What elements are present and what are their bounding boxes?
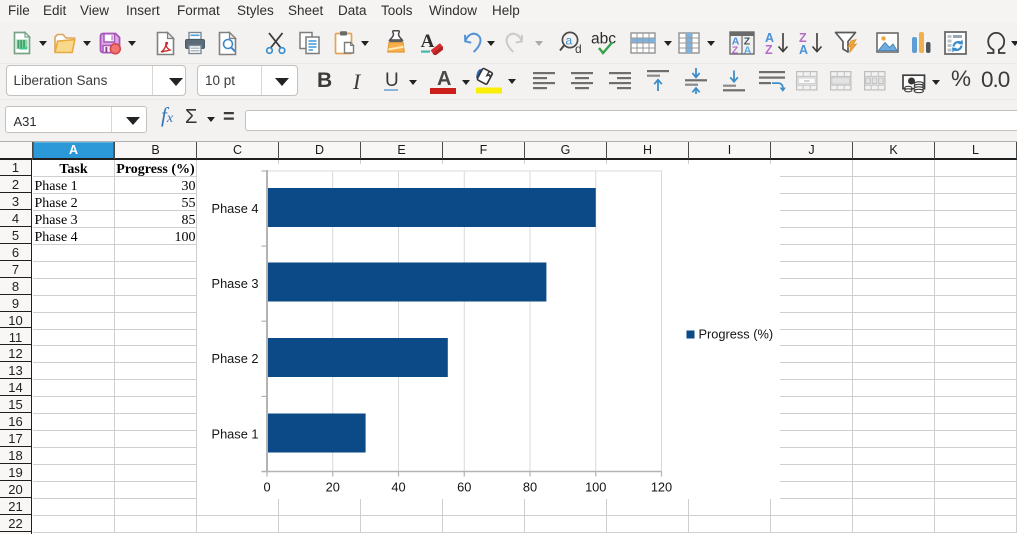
svg-text:Z: Z — [765, 43, 773, 55]
svg-text:abc: abc — [591, 31, 616, 48]
svg-text:a: a — [566, 34, 573, 48]
svg-text:0: 0 — [263, 480, 270, 495]
svg-text:40: 40 — [391, 480, 405, 495]
svg-text:120: 120 — [651, 480, 672, 495]
svg-text:Phase 2: Phase 2 — [212, 351, 259, 366]
svg-text:Z: Z — [732, 44, 739, 55]
svg-text:A: A — [744, 44, 752, 55]
svg-text:100: 100 — [585, 480, 606, 495]
svg-text:Phase 1: Phase 1 — [212, 426, 259, 441]
svg-text:20: 20 — [326, 480, 340, 495]
svg-text:80: 80 — [523, 480, 537, 495]
svg-text:Progress (%): Progress (%) — [699, 327, 774, 342]
svg-text:A: A — [799, 43, 808, 55]
svg-text:Phase 4: Phase 4 — [212, 201, 259, 216]
svg-text:A: A — [421, 31, 435, 52]
svg-text:60: 60 — [457, 480, 471, 495]
svg-text:d: d — [575, 42, 582, 56]
svg-text:Phase 3: Phase 3 — [212, 276, 259, 291]
